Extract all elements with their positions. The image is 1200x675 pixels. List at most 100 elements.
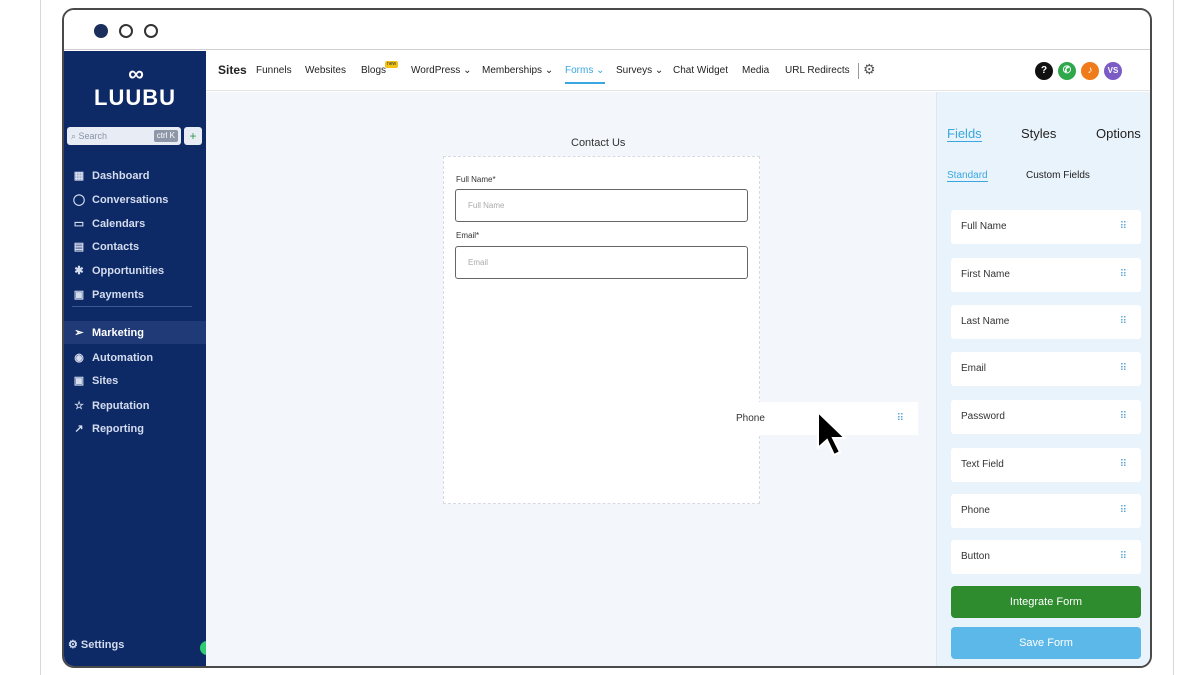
sidebar-item-marketing[interactable]: ➢ Marketing	[72, 323, 206, 343]
field-item-label: Email	[961, 363, 987, 374]
logo[interactable]: ∞ LUUBU	[64, 63, 206, 111]
settings-label: Settings	[80, 639, 125, 651]
help-icon[interactable]: ?	[1035, 62, 1053, 80]
sidebar-divider	[72, 306, 192, 307]
sidebar-item-label: Calendars	[92, 218, 146, 230]
phone-icon[interactable]: ✆	[1058, 62, 1076, 80]
field-item-email[interactable]: Email ⠿	[951, 352, 1141, 386]
sidebar-item-label: Sites	[92, 375, 119, 387]
tab-websites[interactable]: Websites	[305, 65, 346, 76]
gear-icon: ⚙	[68, 639, 81, 651]
sidebar-item-automation[interactable]: ◉ Automation	[72, 348, 206, 368]
drag-handle-icon[interactable]: ⠿	[1120, 400, 1127, 434]
integrate-form-button[interactable]: Integrate Form	[951, 586, 1141, 618]
form-title: Contact Us	[571, 137, 626, 149]
sidebar-item-dashboard[interactable]: ▦ Dashboard	[72, 166, 206, 186]
sidebar-item-reputation[interactable]: ☆ Reputation	[72, 396, 206, 416]
sidebar-item-label: Payments	[92, 289, 144, 301]
trend-icon: ↗	[74, 423, 84, 435]
section-title: Sites	[218, 63, 247, 77]
field-label-email: Email*	[456, 231, 480, 240]
sidebar-item-label: Contacts	[92, 241, 140, 253]
payments-icon: ▣	[73, 289, 85, 301]
field-item-label: Text Field	[961, 459, 1004, 470]
tab-funnels[interactable]: Funnels	[256, 65, 292, 76]
sidebar-item-label: Automation	[92, 352, 154, 364]
field-item-phone[interactable]: Phone ⠿	[951, 494, 1141, 528]
sidebar-item-opportunities[interactable]: ✱ Opportunities	[72, 261, 206, 281]
email-input[interactable]: Email	[455, 246, 748, 279]
subtab-custom-fields[interactable]: Custom Fields	[1026, 170, 1090, 181]
field-item-password[interactable]: Password ⠿	[951, 400, 1141, 434]
sidebar-item-label: Reporting	[92, 423, 144, 435]
sidebar-item-settings[interactable]: ⚙ Settings	[68, 638, 124, 651]
save-form-button[interactable]: Save Form	[951, 627, 1141, 659]
avatar[interactable]: VS	[1104, 62, 1122, 80]
drag-handle-icon[interactable]: ⠿	[1120, 540, 1127, 574]
field-item-label: Full Name	[961, 221, 1007, 232]
tab-label: Surveys	[616, 65, 653, 76]
field-item-label: Last Name	[961, 316, 1010, 327]
top-navigation: Sites Funnels Websites Blogs new WordPres…	[206, 51, 1150, 91]
sidebar: ∞ LUUBU ⌕ Search ctrl K + ▦ Dashboard ◯ Co…	[64, 51, 214, 666]
drag-handle-icon[interactable]: ⠿	[1120, 494, 1127, 528]
drag-handle-icon[interactable]: ⠿	[1120, 448, 1127, 482]
drag-handle-icon[interactable]: ⠿	[897, 402, 904, 435]
app-window: ∞ LUUBU ⌕ Search ctrl K + ▦ Dashboard ◯ Co…	[62, 8, 1152, 668]
tab-blogs[interactable]: Blogs new	[361, 61, 399, 76]
dragging-field-label: Phone	[736, 413, 765, 424]
chevron-down-icon: ⌄	[654, 65, 664, 76]
tab-wordpress[interactable]: WordPress ⌄	[411, 65, 471, 76]
subtab-standard[interactable]: Standard	[947, 170, 988, 182]
mouse-cursor-icon	[817, 410, 848, 457]
search-input[interactable]: ⌕ Search ctrl K	[67, 127, 181, 145]
tab-label: Memberships	[482, 65, 543, 76]
left-frame-line	[40, 0, 41, 675]
tab-styles[interactable]: Styles	[1021, 126, 1056, 141]
drag-handle-icon[interactable]: ⠿	[1120, 305, 1127, 339]
full-name-input[interactable]: Full Name	[455, 189, 748, 222]
drag-handle-icon[interactable]: ⠿	[1120, 352, 1127, 386]
field-item-last-name[interactable]: Last Name ⠿	[951, 305, 1141, 339]
sidebar-item-label: Conversations	[92, 194, 169, 206]
gear-icon[interactable]: ⚙	[863, 61, 876, 78]
drag-handle-icon[interactable]: ⠿	[1120, 258, 1127, 292]
quick-add-button[interactable]: +	[184, 127, 202, 145]
sites-icon: ▣	[73, 375, 85, 387]
contacts-icon: ▤	[73, 241, 85, 253]
field-item-first-name[interactable]: First Name ⠿	[951, 258, 1141, 292]
window-control-maximize[interactable]	[144, 24, 158, 38]
field-item-full-name[interactable]: Full Name ⠿	[951, 210, 1141, 244]
drag-handle-icon[interactable]: ⠿	[1120, 210, 1127, 244]
tab-surveys[interactable]: Surveys ⌄	[616, 65, 663, 76]
form-preview[interactable]: Full Name* Full Name Email* Email	[443, 156, 760, 504]
field-item-label: Button	[961, 551, 990, 562]
tab-url-redirects[interactable]: URL Redirects	[785, 65, 850, 76]
right-frame-line	[1173, 0, 1174, 675]
sidebar-item-label: Reputation	[92, 400, 150, 412]
sidebar-item-payments[interactable]: ▣ Payments	[72, 285, 206, 305]
chevron-down-icon: ⌄	[463, 65, 472, 76]
tab-chat-widget[interactable]: Chat Widget	[673, 65, 728, 76]
tab-options[interactable]: Options	[1096, 126, 1141, 141]
opportunities-icon: ✱	[74, 265, 84, 277]
tab-label: Blogs	[361, 65, 387, 76]
form-canvas: Contact Us Full Name* Full Name Email* E…	[206, 92, 936, 666]
window-control-minimize[interactable]	[119, 24, 133, 38]
bell-icon[interactable]: ♪	[1081, 62, 1099, 80]
calendar-icon: ▭	[73, 218, 85, 230]
tab-media[interactable]: Media	[742, 65, 769, 76]
sidebar-item-sites[interactable]: ▣ Sites	[72, 371, 206, 391]
field-item-button[interactable]: Button ⠿	[951, 540, 1141, 574]
sidebar-item-calendars[interactable]: ▭ Calendars	[72, 214, 206, 234]
sidebar-item-contacts[interactable]: ▤ Contacts	[72, 237, 206, 257]
chevron-down-icon: ⌄	[544, 65, 554, 76]
sidebar-item-conversations[interactable]: ◯ Conversations	[72, 190, 206, 210]
tab-fields[interactable]: Fields	[947, 126, 982, 142]
tab-forms[interactable]: Forms ⌄	[565, 65, 605, 84]
window-control-close[interactable]	[94, 24, 108, 38]
sidebar-item-reporting[interactable]: ↗ Reporting	[72, 419, 206, 439]
search-placeholder: Search	[78, 131, 108, 141]
field-item-text-field[interactable]: Text Field ⠿	[951, 448, 1141, 482]
tab-memberships[interactable]: Memberships ⌄	[482, 65, 553, 76]
